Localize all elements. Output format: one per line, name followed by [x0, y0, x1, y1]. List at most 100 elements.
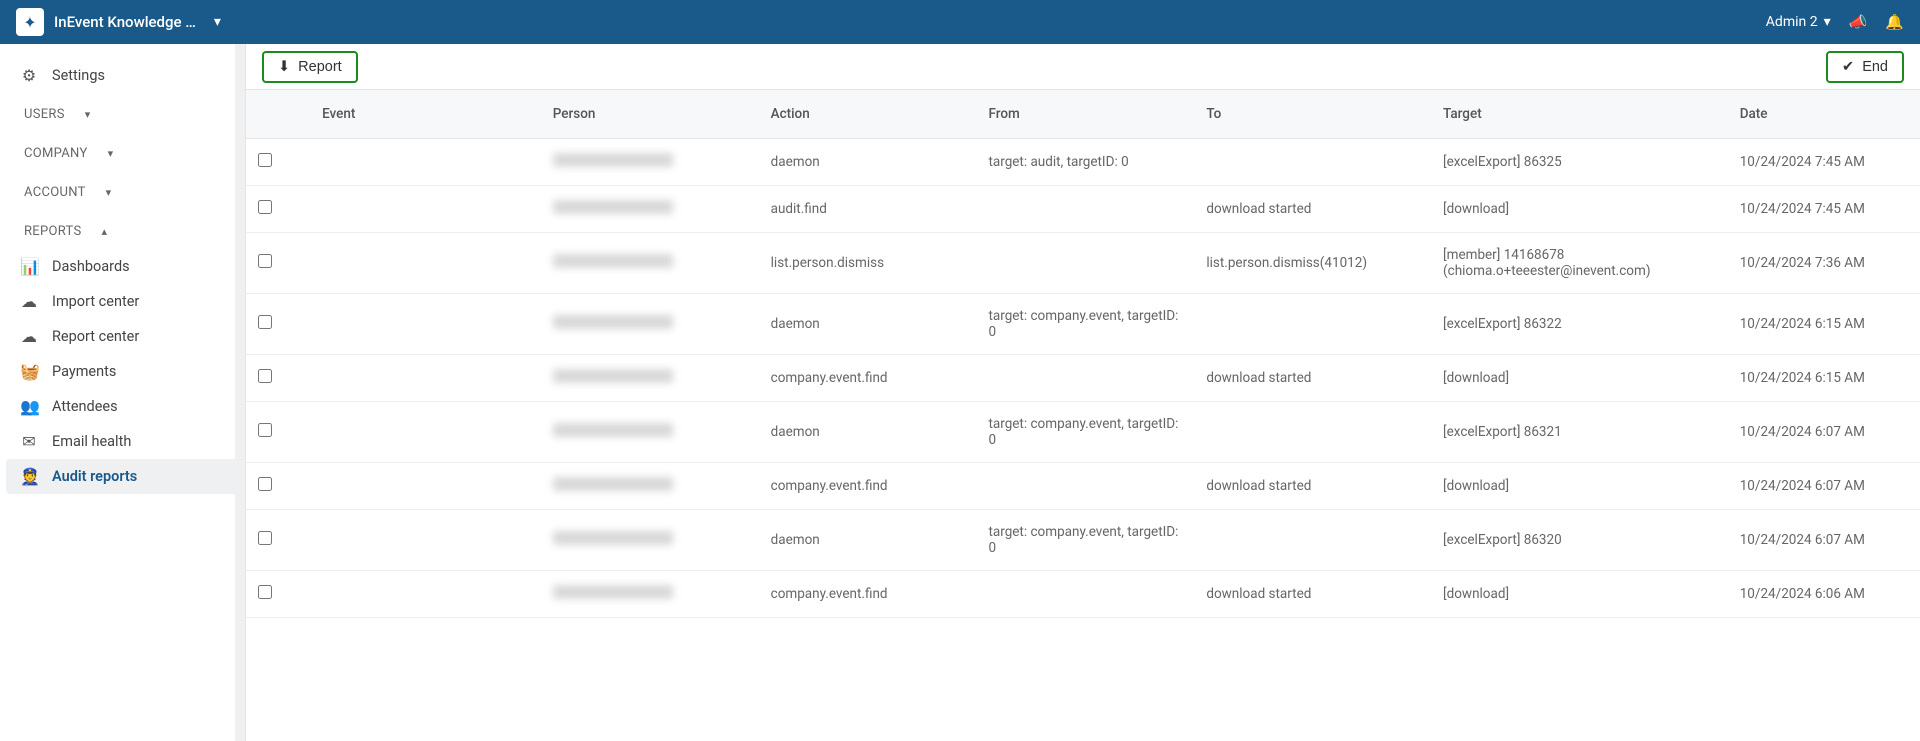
cell-to: download started: [1194, 571, 1431, 618]
user-menu[interactable]: Admin 2 ▾: [1766, 14, 1831, 30]
cell-target: [download]: [1431, 571, 1728, 618]
main-content: ⬇ Report ✔ End Event Person Action: [246, 44, 1920, 741]
announcement-icon[interactable]: 📣: [1849, 13, 1868, 31]
sidebar-item-import-center[interactable]: ☁ Import center: [0, 284, 245, 319]
person-redacted: [553, 200, 673, 214]
table-row: company.event.finddownload started[downl…: [246, 571, 1920, 618]
audit-table: Event Person Action From To Target Date …: [246, 90, 1920, 618]
person-redacted: [553, 585, 673, 599]
end-button[interactable]: ✔ End: [1826, 51, 1904, 83]
person-redacted: [553, 315, 673, 329]
report-button-label: Report: [298, 59, 342, 75]
report-button[interactable]: ⬇ Report: [262, 51, 358, 83]
sidebar-item-label: Import center: [52, 293, 139, 310]
sidebar: ⚙ Settings USERS ▾ COMPANY ▾ ACCOUNT ▾ R…: [0, 44, 246, 741]
column-target: Target: [1431, 90, 1728, 139]
cell-target: [excelExport] 86322: [1431, 294, 1728, 355]
audit-icon: 👮: [20, 467, 38, 486]
download-icon: ⬇: [278, 59, 290, 75]
person-redacted: [553, 423, 673, 437]
import-icon: ☁: [20, 292, 38, 311]
table-row: daemontarget: company.event, targetID: 0…: [246, 510, 1920, 571]
person-redacted: [553, 369, 673, 383]
cell-action: company.event.find: [759, 355, 977, 402]
cell-date: 10/24/2024 6:07 AM: [1728, 402, 1920, 463]
row-checkbox[interactable]: [258, 153, 272, 167]
sidebar-item-settings[interactable]: ⚙ Settings: [0, 58, 245, 93]
chevron-down-icon: ▾: [85, 108, 91, 121]
column-to: To: [1194, 90, 1431, 139]
row-checkbox[interactable]: [258, 423, 272, 437]
cell-date: 10/24/2024 6:15 AM: [1728, 355, 1920, 402]
email-icon: ✉: [20, 432, 38, 451]
user-name: Admin 2: [1766, 14, 1818, 30]
sidebar-section-account[interactable]: ACCOUNT ▾: [0, 171, 245, 210]
cell-event: [310, 233, 541, 294]
sidebar-item-label: Dashboards: [52, 258, 130, 275]
sidebar-section-company[interactable]: COMPANY ▾: [0, 132, 245, 171]
table-row: daemontarget: audit, targetID: 0[excelEx…: [246, 139, 1920, 186]
cell-target: [member] 14168678 (chioma.o+teeester@ine…: [1431, 233, 1728, 294]
sidebar-item-attendees[interactable]: 👥Attendees: [0, 389, 245, 424]
sidebar-item-audit-reports[interactable]: 👮 Audit reports: [6, 459, 239, 494]
cell-to: download started: [1194, 355, 1431, 402]
cell-person: [541, 233, 759, 294]
chevron-up-icon: ▴: [102, 225, 108, 238]
cell-date: 10/24/2024 7:36 AM: [1728, 233, 1920, 294]
cell-action: daemon: [759, 402, 977, 463]
notification-bell-icon[interactable]: 🔔: [1885, 13, 1904, 31]
cell-action: company.event.find: [759, 463, 977, 510]
table-row: daemontarget: company.event, targetID: 0…: [246, 402, 1920, 463]
cell-action: daemon: [759, 139, 977, 186]
person-redacted: [553, 531, 673, 545]
sidebar-item-label: Payments: [52, 363, 116, 380]
sidebar-item-dashboards[interactable]: 📊Dashboards: [0, 249, 245, 284]
cell-person: [541, 186, 759, 233]
cell-to: [1194, 510, 1431, 571]
table-row: audit.finddownload started[download]10/2…: [246, 186, 1920, 233]
cell-event: [310, 294, 541, 355]
cell-target: [excelExport] 86320: [1431, 510, 1728, 571]
cell-event: [310, 355, 541, 402]
table-row: list.person.dismisslist.person.dismiss(4…: [246, 233, 1920, 294]
row-checkbox[interactable]: [258, 369, 272, 383]
cell-event: [310, 402, 541, 463]
cell-from: target: company.event, targetID: 0: [976, 294, 1194, 355]
sidebar-item-label: Audit reports: [52, 468, 137, 485]
person-redacted: [553, 153, 673, 167]
cell-from: [976, 233, 1194, 294]
sidebar-item-label: Attendees: [52, 398, 118, 415]
column-from: From: [976, 90, 1194, 139]
table-row: company.event.find download started[downl…: [246, 355, 1920, 402]
sidebar-section-reports[interactable]: REPORTS ▴: [0, 210, 245, 249]
row-checkbox[interactable]: [258, 531, 272, 545]
cell-person: [541, 463, 759, 510]
cell-event: [310, 571, 541, 618]
sidebar-item-payments[interactable]: 🧺 Payments: [0, 354, 245, 389]
app-switcher-chevron-icon[interactable]: ▾: [214, 14, 221, 30]
cell-action: audit.find: [759, 186, 977, 233]
row-checkbox[interactable]: [258, 315, 272, 329]
cell-to: list.person.dismiss(41012): [1194, 233, 1431, 294]
person-redacted: [553, 477, 673, 491]
row-checkbox[interactable]: [258, 477, 272, 491]
cell-from: target: company.event, targetID: 0: [976, 510, 1194, 571]
cell-person: [541, 402, 759, 463]
cell-date: 10/24/2024 7:45 AM: [1728, 139, 1920, 186]
cell-date: 10/24/2024 6:15 AM: [1728, 294, 1920, 355]
sidebar-item-email-health[interactable]: ✉ Email health: [0, 424, 245, 459]
row-checkbox[interactable]: [258, 585, 272, 599]
report-icon: ☁: [20, 327, 38, 346]
cell-from: [976, 355, 1194, 402]
row-checkbox[interactable]: [258, 200, 272, 214]
payments-icon: 🧺: [20, 362, 38, 381]
sidebar-section-users[interactable]: USERS ▾: [0, 93, 245, 132]
cell-from: [976, 463, 1194, 510]
cell-to: [1194, 294, 1431, 355]
row-checkbox[interactable]: [258, 254, 272, 268]
cell-target: [download]: [1431, 355, 1728, 402]
table-row: daemontarget: company.event, targetID: 0…: [246, 294, 1920, 355]
cell-to: [1194, 402, 1431, 463]
sidebar-item-report-center[interactable]: ☁Report center: [0, 319, 245, 354]
sidebar-item-label: Email health: [52, 433, 131, 450]
